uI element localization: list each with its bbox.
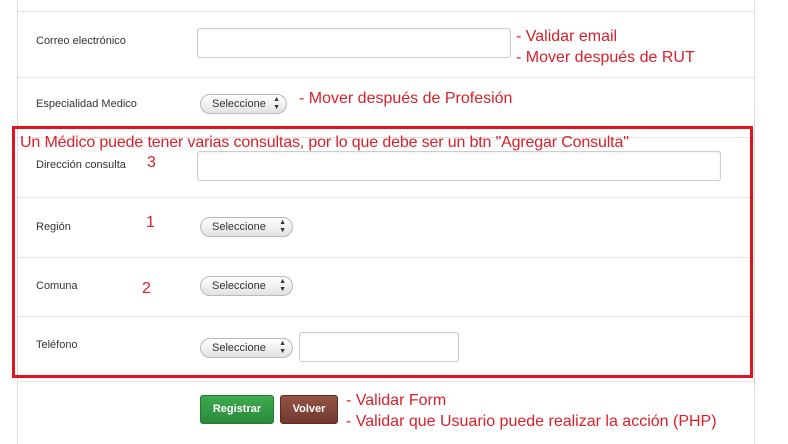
select-arrows-icon: ▲ ▼ [273, 96, 280, 111]
especialidad-select-value: Seleccione [212, 98, 266, 110]
email-note-validate: - Validar email [516, 28, 618, 45]
volver-button[interactable]: Volver [280, 395, 338, 424]
consulta-note: Un Médico puede tener varias consultas, … [20, 134, 629, 151]
form-note-validate: - Validar Form [346, 392, 447, 409]
especialidad-label: Especialidad Medico [36, 98, 137, 110]
order-number-region: 1 [146, 214, 155, 231]
email-note-move: - Mover después de RUT [516, 49, 695, 66]
registrar-button[interactable]: Registrar [200, 395, 274, 424]
especialidad-select[interactable]: Seleccione ▲ ▼ [200, 94, 287, 114]
email-input[interactable] [197, 28, 511, 58]
row-divider [18, 11, 754, 12]
row-divider [18, 381, 754, 382]
especialidad-note: - Mover después de Profesión [299, 90, 513, 107]
order-number-direccion: 3 [147, 154, 156, 171]
form-note-permission: - Validar que Usuario puede realizar la … [346, 413, 717, 430]
order-number-comuna: 2 [142, 280, 151, 297]
row-divider [18, 77, 754, 78]
consulta-highlight-box [12, 126, 753, 378]
email-label: Correo electrónico [36, 35, 126, 47]
